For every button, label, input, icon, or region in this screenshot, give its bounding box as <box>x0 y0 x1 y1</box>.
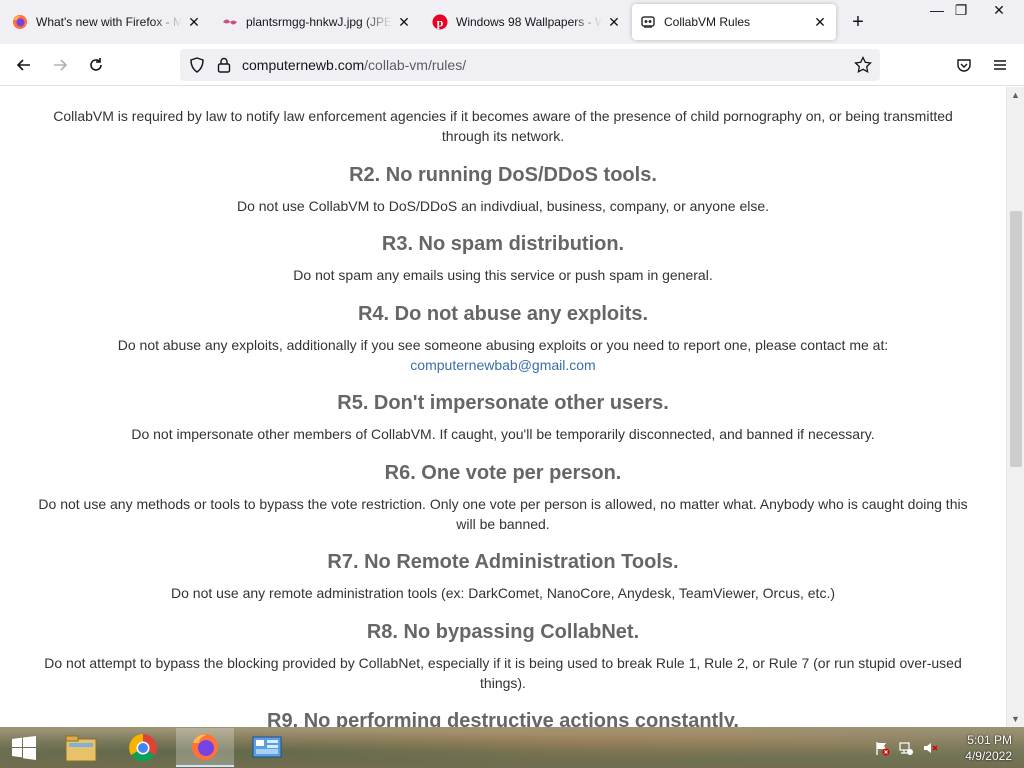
action-center-flag-icon[interactable] <box>872 727 892 768</box>
tab-plants-image[interactable]: plantsrmgg-hnkwJ.jpg (JPEG ✕ <box>214 4 420 40</box>
reload-icon[interactable] <box>82 51 110 79</box>
taskbar-firefox[interactable] <box>176 728 234 767</box>
rule-heading: R3. No spam distribution. <box>381 233 625 255</box>
address-bar[interactable]: computernewb.com/collab-vm/rules/ <box>180 49 880 81</box>
tab-title: Windows 98 Wallpapers - Wa <box>456 15 602 29</box>
tab-firefox-whats-new[interactable]: What's new with Firefox - Mo ✕ <box>4 4 210 40</box>
scroll-down-arrow-icon[interactable]: ▼ <box>1011 714 1020 724</box>
tab-title: CollabVM Rules <box>664 15 751 29</box>
chrome-icon <box>129 733 157 762</box>
rule-heading: R8. No bypassing CollabNet. <box>366 621 640 643</box>
firefox-icon <box>192 733 218 760</box>
rule-text: Do not use any methods or tools to bypas… <box>38 496 968 532</box>
page-content: CollabVM is required by law to notify la… <box>0 87 1006 727</box>
vertical-scrollbar[interactable]: ▲ ▼ <box>1006 87 1024 727</box>
tab-title: plantsrmgg-hnkwJ.jpg (JPEG <box>246 15 392 29</box>
rule-heading: R5. Don't impersonate other users. <box>337 392 669 414</box>
rule-heading: R7. No Remote Administration Tools. <box>327 551 679 573</box>
collabvm-icon <box>640 14 656 30</box>
clock-time: 5:01 PM <box>967 733 1012 747</box>
svg-text:p: p <box>437 16 444 30</box>
close-tab-icon[interactable]: ✕ <box>812 14 828 30</box>
scrollbar-thumb[interactable] <box>1010 211 1022 467</box>
control-panel-icon <box>252 736 282 757</box>
rule-heading: R6. One vote per person. <box>384 462 622 484</box>
firefox-icon <box>12 14 28 30</box>
rule-text: Do not abuse any exploits, additionally … <box>117 337 889 353</box>
taskbar-control-panel[interactable] <box>238 728 296 767</box>
scroll-up-arrow-icon[interactable]: ▲ <box>1011 90 1020 100</box>
contact-email-line: computernewbab@gmail.com <box>30 355 976 375</box>
restore-icon[interactable]: ❐ <box>946 0 976 22</box>
tab-strip: What's new with Firefox - Mo ✕ plantsrmg… <box>0 0 1024 44</box>
rule-heading: R2. No running DoS/DDoS tools. <box>349 164 657 186</box>
navigation-toolbar: computernewb.com/collab-vm/rules/ <box>0 44 1024 86</box>
rule-text: Do not spam any emails using this servic… <box>293 267 713 283</box>
rule-text: Do not use CollabVM to DoS/DDoS an indiv… <box>236 198 770 214</box>
back-arrow-icon[interactable] <box>10 51 38 79</box>
close-tab-icon[interactable]: ✕ <box>396 14 412 30</box>
rule-heading: R9. No performing destructive actions co… <box>267 710 739 727</box>
new-tab-button[interactable]: + <box>846 10 870 34</box>
volume-muted-icon[interactable] <box>920 727 940 768</box>
clock-date: 4/9/2022 <box>965 749 1012 763</box>
file-explorer-icon <box>65 735 97 761</box>
tab-title: What's new with Firefox - Mo <box>36 15 182 29</box>
tab-collabvm-rules[interactable]: CollabVM Rules ✕ <box>632 4 836 40</box>
url-domain: computernewb.com <box>242 57 365 73</box>
lock-icon[interactable] <box>216 56 232 79</box>
start-button[interactable] <box>0 727 48 768</box>
close-tab-icon[interactable]: ✕ <box>186 14 202 30</box>
browser-window: What's new with Firefox - Mo ✕ plantsrmg… <box>0 0 1024 727</box>
windows-logo-icon <box>12 735 36 760</box>
network-icon[interactable] <box>896 727 916 768</box>
shield-icon[interactable] <box>188 56 206 79</box>
close-tab-icon[interactable]: ✕ <box>606 14 622 30</box>
url-text[interactable]: computernewb.com/collab-vm/rules/ <box>242 57 466 73</box>
menu-hamburger-icon[interactable] <box>986 51 1014 79</box>
contact-email-link[interactable]: computernewbab@gmail.com <box>410 357 595 373</box>
url-path: /collab-vm/rules/ <box>364 57 467 73</box>
pocket-icon[interactable] <box>950 51 978 79</box>
rule-heading: R4. Do not abuse any exploits. <box>357 303 649 325</box>
rule-text: Do not impersonate other members of Coll… <box>131 426 875 442</box>
rule-text: Do not attempt to bypass the blocking pr… <box>44 655 962 691</box>
taskbar-file-explorer[interactable] <box>52 728 110 767</box>
rule-text: Do not use any remote administration too… <box>171 585 835 601</box>
intro-paragraph: CollabVM is required by law to notify la… <box>53 108 953 144</box>
tab-windows98-wallpapers[interactable]: p Windows 98 Wallpapers - Wa ✕ <box>424 4 630 40</box>
taskbar-chrome[interactable] <box>114 728 172 767</box>
system-clock[interactable]: 5:01 PM 4/9/2022 <box>965 732 1012 764</box>
forward-arrow-icon[interactable] <box>46 51 74 79</box>
bookmark-star-icon[interactable] <box>854 55 872 79</box>
taskbar: 5:01 PM 4/9/2022 <box>0 727 1024 768</box>
pinterest-icon: p <box>432 14 448 30</box>
close-window-icon[interactable]: ✕ <box>984 0 1014 22</box>
image-icon <box>222 14 238 30</box>
